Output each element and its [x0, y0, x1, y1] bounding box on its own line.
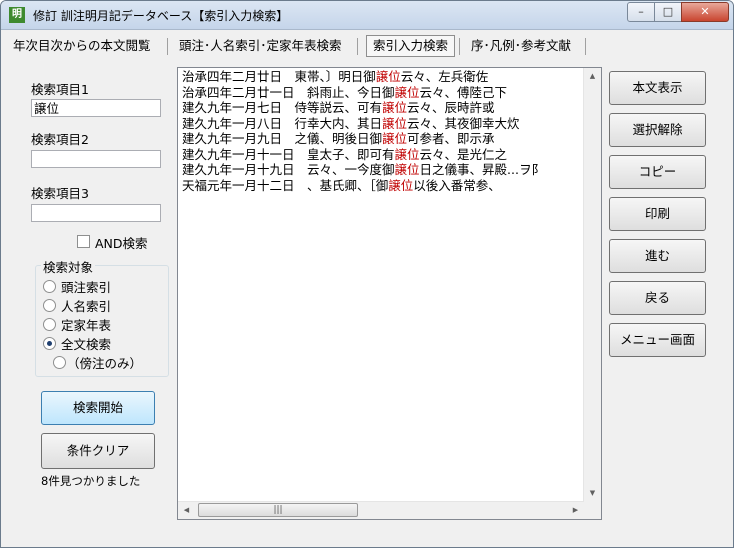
list-item[interactable]: 建久九年一月十一日 皇太子、即可有譲位云々、是光仁之 [182, 147, 582, 163]
search-field-2-label: 検索項目2 [31, 132, 89, 147]
results-rows: 治承四年二月廿日 東帯、〕明日御譲位云々、左兵衛佐 治承四年二月廿一日 斜雨止、… [182, 69, 582, 499]
list-item[interactable]: 治承四年二月廿日 東帯、〕明日御譲位云々、左兵衛佐 [182, 69, 582, 85]
window-title: 修訂 訓注明月記データベース【索引入力検索】 [33, 9, 289, 23]
keyword-highlight: 譲位 [394, 84, 420, 100]
radio-person-index-label: 人名索引 [61, 299, 112, 314]
tab-index-input-search[interactable]: 索引入力検索 [366, 35, 456, 57]
horizontal-scroll-thumb[interactable]: ||| [198, 503, 358, 517]
keyword-highlight: 譲位 [394, 162, 420, 177]
radio-side-notes-only-label: （傍注のみ） [67, 356, 143, 371]
keyword-highlight: 譲位 [388, 177, 414, 193]
scrollbar-corner [584, 502, 601, 519]
keyword-highlight: 譲位 [394, 146, 420, 162]
forward-button[interactable]: 進む [609, 239, 706, 273]
search-field-2[interactable] [31, 150, 161, 168]
deselect-button[interactable]: 選択解除 [609, 113, 706, 147]
keyword-highlight: 譲位 [382, 131, 408, 146]
list-item[interactable]: 建久九年一月七日 侍等説云、可有譲位云々、辰時許或 [182, 100, 582, 116]
radio-person-index[interactable] [43, 299, 56, 312]
maximize-button[interactable]: □ [654, 2, 682, 22]
tab-separator [167, 38, 168, 55]
minimize-button[interactable]: – [627, 2, 655, 22]
search-field-3[interactable] [31, 204, 161, 222]
keyword-highlight: 譲位 [382, 100, 408, 115]
list-item[interactable]: 治承四年二月廿一日 斜雨止、今日御譲位云々、傅陸己下 [182, 85, 582, 101]
list-item[interactable]: 天福元年一月十二日 、基氏卿、［御譲位以後入番常参、 [182, 178, 582, 194]
search-field-1[interactable]: 譲位 [31, 99, 161, 117]
tab-yearly-index[interactable]: 年次目次からの本文閲覧 [7, 35, 157, 57]
back-button[interactable]: 戻る [609, 281, 706, 315]
list-item[interactable]: 建久九年一月八日 行幸大内、其日譲位云々、其夜御幸大炊 [182, 116, 582, 132]
scroll-down-arrow-icon[interactable]: ▼ [584, 485, 601, 502]
radio-teika-chronology-label: 定家年表 [61, 318, 112, 333]
radio-full-text[interactable] [43, 337, 56, 350]
radio-teika-chronology[interactable] [43, 318, 56, 331]
search-start-button[interactable]: 検索開始 [41, 391, 155, 425]
tab-separator [357, 38, 358, 55]
search-target-title: 検索対象 [41, 257, 96, 276]
app-window: 明 修訂 訓注明月記データベース【索引入力検索】 – □ ✕ 年次目次からの本文… [0, 0, 734, 548]
tab-separator [459, 38, 460, 55]
app-icon: 明 [9, 7, 25, 23]
show-text-button[interactable]: 本文表示 [609, 71, 706, 105]
menu-screen-button[interactable]: メニュー画面 [609, 323, 706, 357]
search-field-3-label: 検索項目3 [31, 186, 89, 201]
radio-headnote-index[interactable] [43, 280, 56, 293]
tab-bar: 年次目次からの本文閲覧 頭注･人名索引･定家年表検索 索引入力検索 序･凡例･参… [7, 35, 727, 59]
title-bar[interactable]: 明 修訂 訓注明月記データベース【索引入力検索】 – □ ✕ [1, 1, 733, 30]
vertical-scrollbar[interactable]: ▲ ▼ [583, 68, 601, 502]
scroll-left-arrow-icon[interactable]: ◀ [178, 502, 195, 519]
scroll-right-arrow-icon[interactable]: ▶ [567, 502, 584, 519]
and-search-label: AND検索 [95, 236, 148, 251]
clear-conditions-button[interactable]: 条件クリア [41, 433, 155, 469]
results-list[interactable]: 治承四年二月廿日 東帯、〕明日御譲位云々、左兵衛佐 治承四年二月廿一日 斜雨止、… [177, 67, 602, 520]
tab-preface-references[interactable]: 序･凡例･参考文献 [465, 35, 577, 57]
and-search-checkbox[interactable] [77, 235, 90, 248]
search-panel: 検索項目1 譲位 検索項目2 検索項目3 AND検索 検索対象 頭注索引 人名索… [1, 61, 173, 547]
keyword-highlight: 譲位 [382, 115, 408, 131]
list-item[interactable]: 建久九年一月九日 之儀、明後日御譲位可参者、即示承 [182, 131, 582, 147]
radio-side-notes-only[interactable] [53, 356, 66, 369]
radio-headnote-index-label: 頭注索引 [61, 280, 112, 295]
tab-annotation-search[interactable]: 頭注･人名索引･定家年表検索 [173, 35, 348, 57]
print-button[interactable]: 印刷 [609, 197, 706, 231]
keyword-highlight: 譲位 [375, 69, 401, 84]
tab-separator [585, 38, 586, 55]
scroll-up-arrow-icon[interactable]: ▲ [584, 68, 601, 85]
list-item[interactable]: 建久九年一月十九日 云々、一今度御譲位日之儀事、昇殿...ヲ阝 [182, 162, 582, 178]
horizontal-scrollbar[interactable]: ◀ ||| ▶ [178, 501, 584, 519]
radio-full-text-label: 全文検索 [61, 337, 112, 352]
close-button[interactable]: ✕ [681, 2, 729, 22]
copy-button[interactable]: コピー [609, 155, 706, 189]
search-field-1-label: 検索項目1 [31, 82, 89, 97]
result-count-status: 8件見つかりました [41, 474, 141, 488]
